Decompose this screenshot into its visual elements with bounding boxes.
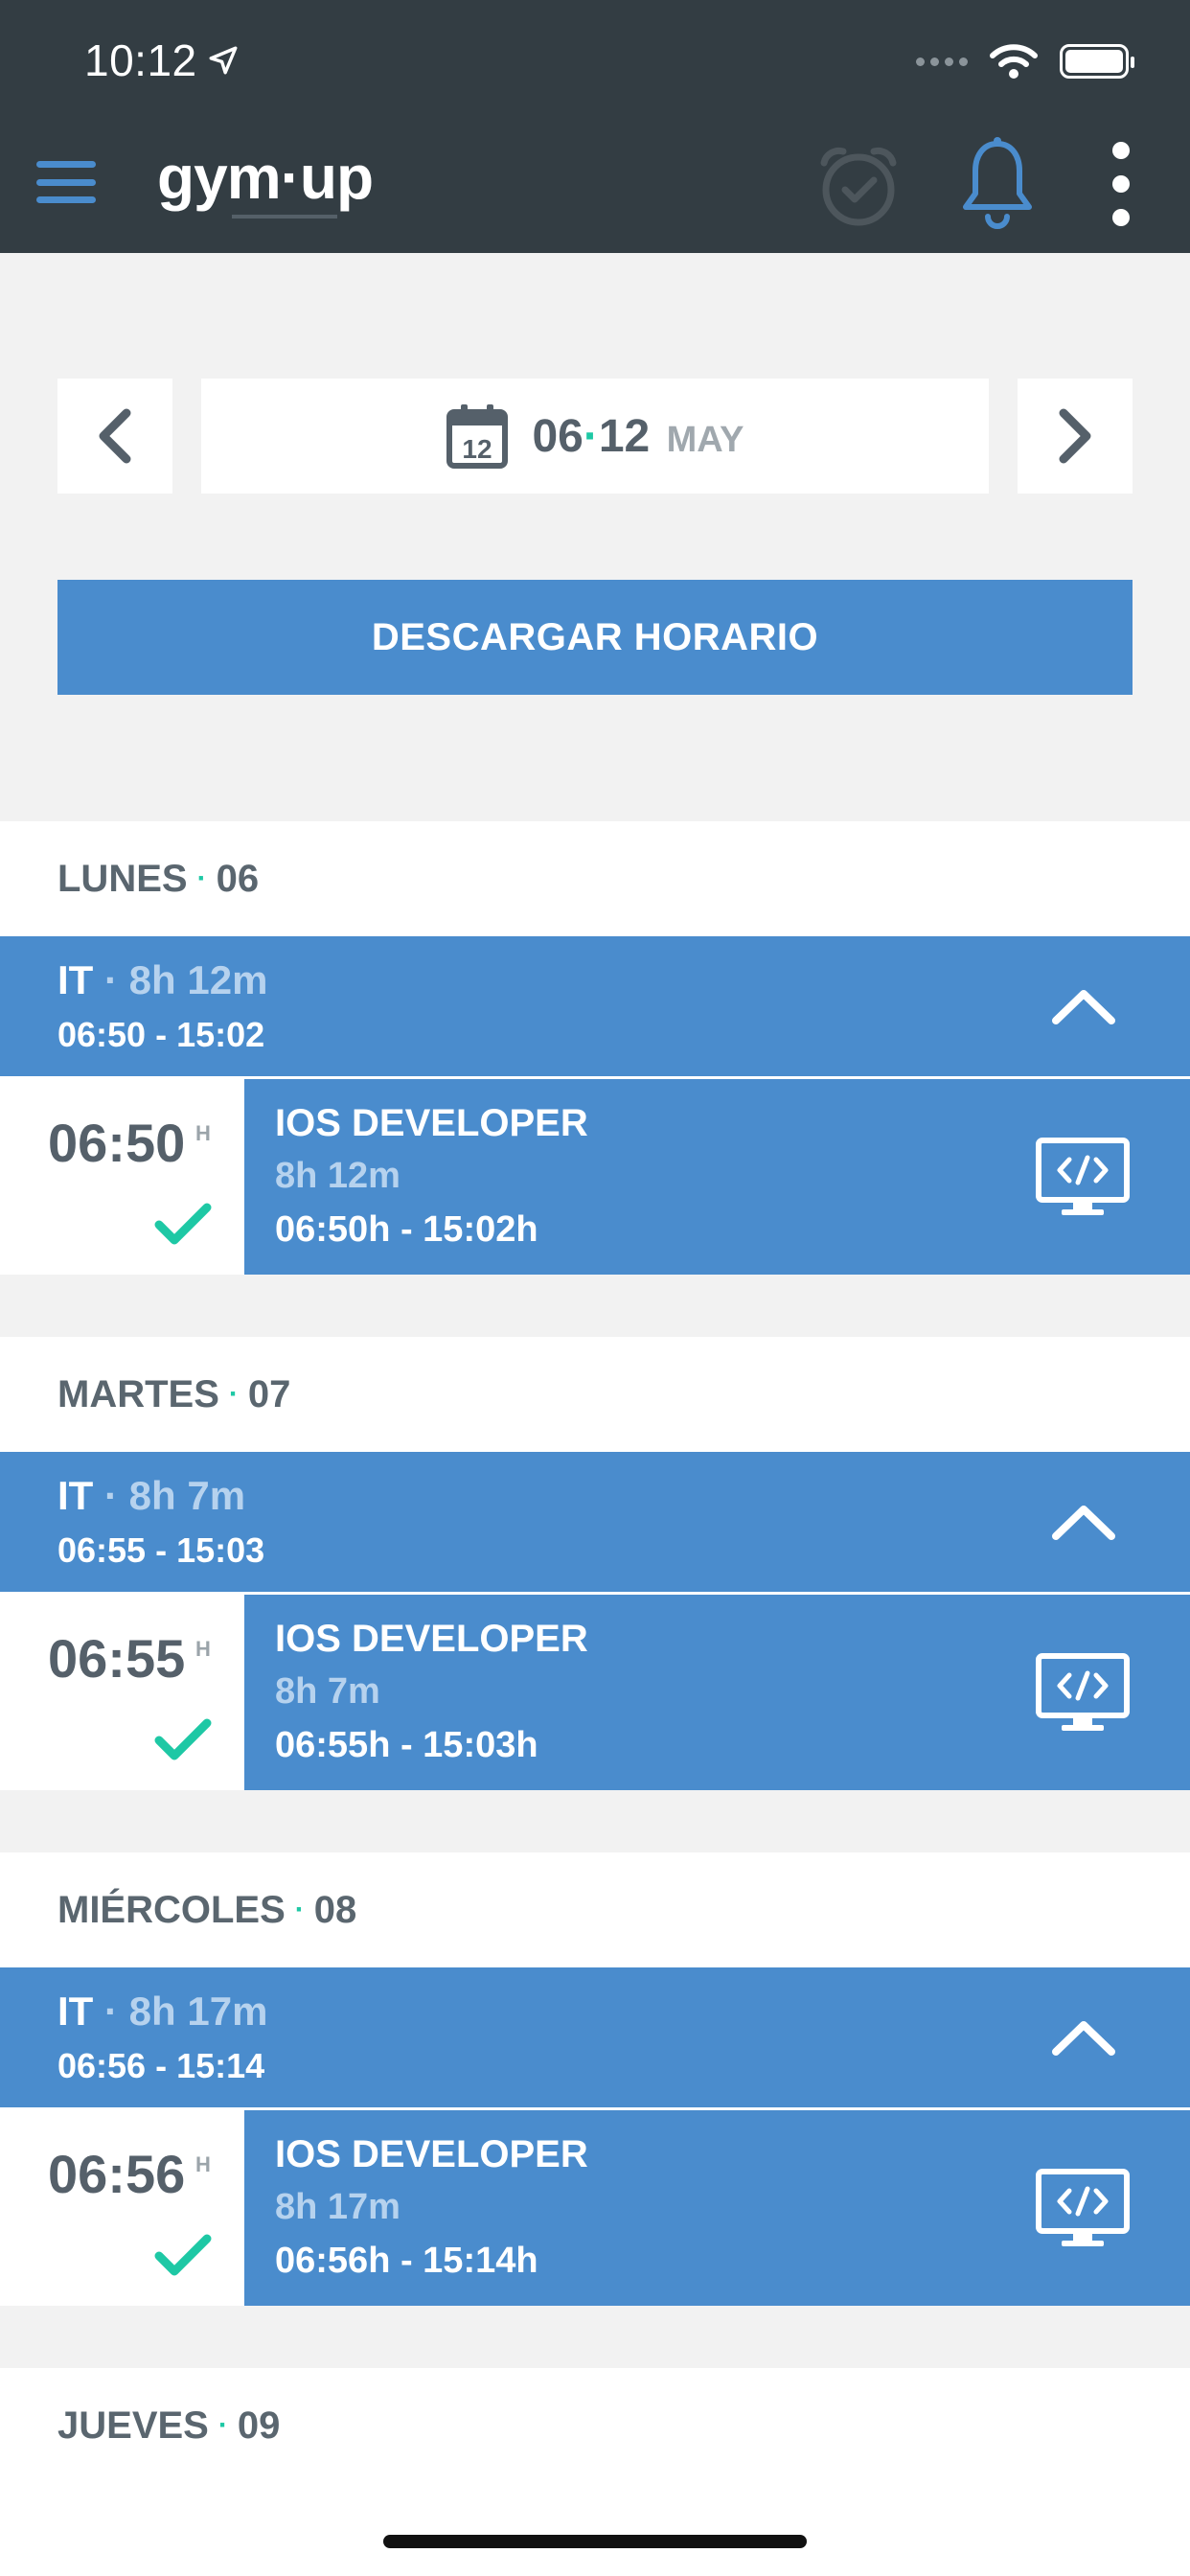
- shift-start-time: 06:50: [48, 1113, 186, 1173]
- shift-duration: 8h 12m: [275, 1156, 400, 1196]
- calendar-icon: 12: [446, 404, 509, 469]
- group-name: IT: [57, 1989, 94, 2034]
- day-name: JUEVES: [57, 2404, 209, 2447]
- checkmark-icon: [154, 1203, 212, 1245]
- chevron-left-icon: [99, 408, 131, 464]
- hamburger-menu-icon[interactable]: [36, 161, 96, 203]
- shift-duration: 8h 17m: [275, 2187, 400, 2227]
- previous-week-button[interactable]: [57, 379, 172, 494]
- shift-role: IOS DEVELOPER: [275, 1618, 588, 1660]
- range-start: 06: [532, 410, 584, 462]
- gymup-logo: gym·up: [157, 143, 374, 212]
- chevron-up-icon[interactable]: [1050, 2013, 1117, 2061]
- schedule-screen: 10:12 gym·up 12 06·12 MAY DESCARGAR HORA…: [0, 0, 1190, 2576]
- day-number: 09: [237, 2404, 281, 2447]
- next-week-button[interactable]: [1018, 379, 1133, 494]
- cellular-signal-icon: [916, 57, 968, 66]
- department-group-header[interactable]: IT · 8h 7m 06:55 - 15:03: [0, 1452, 1190, 1592]
- group-title: IT · 8h 12m: [57, 957, 267, 1003]
- department-group-header[interactable]: IT · 8h 12m 06:50 - 15:02: [0, 936, 1190, 1076]
- day-section-tuesday: MARTES · 07 IT · 8h 7m 06:55 - 15:03 06:…: [0, 1337, 1190, 1790]
- day-section-wednesday: MIÉRCOLES · 08 IT · 8h 17m 06:56 - 15:14…: [0, 1852, 1190, 2306]
- home-indicator: [383, 2535, 807, 2548]
- status-bar-indicators: [916, 42, 1134, 80]
- shift-start-time: 06:55: [48, 1628, 186, 1689]
- status-time-text: 10:12: [84, 35, 197, 85]
- day-section-monday: LUNES · 06 IT · 8h 12m 06:50 - 15:02 06:…: [0, 821, 1190, 1275]
- bell-icon[interactable]: [958, 136, 1037, 232]
- monitor-code-icon: [1036, 1138, 1130, 1215]
- group-duration: 8h 17m: [128, 1989, 268, 2034]
- date-range-text: 06·12 MAY: [532, 410, 744, 463]
- day-name: MIÉRCOLES: [57, 1888, 286, 1931]
- group-name: IT: [57, 1473, 94, 1518]
- calendar-icon-day: 12: [463, 434, 492, 464]
- group-time-range: 06:55 - 15:03: [57, 1530, 265, 1570]
- range-separator: ·: [583, 410, 599, 462]
- group-duration: 8h 7m: [128, 1473, 246, 1518]
- day-separator: ·: [228, 1378, 239, 1410]
- monitor-code-icon: [1036, 2169, 1130, 2246]
- status-bar-time: 10:12: [84, 34, 240, 86]
- group-title: IT · 8h 7m: [57, 1473, 245, 1519]
- shift-role: IOS DEVELOPER: [275, 1102, 588, 1144]
- download-schedule-button[interactable]: DESCARGAR HORARIO: [57, 580, 1133, 695]
- shift-card[interactable]: IOS DEVELOPER 8h 7m 06:55h - 15:03h: [244, 1595, 1190, 1790]
- location-arrow-icon: [209, 46, 238, 75]
- shift-row[interactable]: 06:55 H IOS DEVELOPER 8h 7m 06:55h - 15:…: [0, 1595, 1190, 1790]
- date-range-selector[interactable]: 12 06·12 MAY: [201, 379, 989, 494]
- shift-row[interactable]: 06:50 H IOS DEVELOPER 8h 12m 06:50h - 15…: [0, 1079, 1190, 1275]
- department-group-header[interactable]: IT · 8h 17m 06:56 - 15:14: [0, 1967, 1190, 2107]
- day-separator: ·: [294, 1894, 305, 1925]
- logo-underline: [232, 215, 337, 218]
- day-number: 07: [247, 1372, 291, 1415]
- day-separator: ·: [196, 862, 207, 894]
- checkmark-icon: [154, 2234, 212, 2276]
- shift-span: 06:56h - 15:14h: [275, 2241, 538, 2281]
- day-name: MARTES: [57, 1372, 219, 1415]
- chevron-right-icon: [1059, 408, 1091, 464]
- shift-card[interactable]: IOS DEVELOPER 8h 12m 06:50h - 15:02h: [244, 1079, 1190, 1275]
- shift-card[interactable]: IOS DEVELOPER 8h 17m 06:56h - 15:14h: [244, 2110, 1190, 2306]
- group-separator: ·: [104, 1989, 118, 2034]
- day-name: LUNES: [57, 857, 188, 900]
- range-end: 12: [598, 410, 651, 462]
- shift-time-unit: H: [195, 1637, 211, 1661]
- day-header: MARTES · 07: [0, 1337, 1190, 1452]
- chevron-up-icon[interactable]: [1050, 982, 1117, 1030]
- range-month: MAY: [666, 419, 744, 460]
- group-title: IT · 8h 17m: [57, 1989, 267, 2035]
- monitor-code-icon: [1036, 1653, 1130, 1731]
- group-time-range: 06:56 - 15:14: [57, 2046, 265, 2085]
- group-name: IT: [57, 957, 94, 1002]
- day-header: LUNES · 06: [0, 821, 1190, 936]
- day-separator: ·: [217, 2409, 228, 2441]
- chevron-up-icon[interactable]: [1050, 1498, 1117, 1546]
- shift-start-time: 06:56: [48, 2144, 186, 2204]
- shift-time-unit: H: [195, 1121, 211, 1145]
- day-header: MIÉRCOLES · 08: [0, 1852, 1190, 1967]
- shift-span: 06:55h - 15:03h: [275, 1725, 538, 1765]
- wifi-icon: [990, 44, 1038, 79]
- group-separator: ·: [104, 957, 118, 1002]
- day-header: JUEVES · 09: [0, 2368, 1190, 2483]
- group-time-range: 06:50 - 15:02: [57, 1015, 265, 1054]
- shift-time-unit: H: [195, 2152, 211, 2176]
- day-number: 08: [313, 1888, 357, 1931]
- checkmark-icon: [154, 1718, 212, 1760]
- shift-role: IOS DEVELOPER: [275, 2133, 588, 2175]
- group-separator: ·: [104, 1473, 118, 1518]
- app-header: 10:12 gym·up: [0, 0, 1190, 253]
- vertical-dots-icon[interactable]: [1102, 136, 1140, 232]
- battery-icon: [1060, 44, 1134, 79]
- group-duration: 8h 12m: [128, 957, 268, 1002]
- shift-row[interactable]: 06:56 H IOS DEVELOPER 8h 17m 06:56h - 15…: [0, 2110, 1190, 2306]
- shift-span: 06:50h - 15:02h: [275, 1209, 538, 1250]
- day-number: 06: [216, 857, 260, 900]
- shift-duration: 8h 7m: [275, 1671, 380, 1712]
- alarm-clock-check-icon[interactable]: [814, 142, 903, 230]
